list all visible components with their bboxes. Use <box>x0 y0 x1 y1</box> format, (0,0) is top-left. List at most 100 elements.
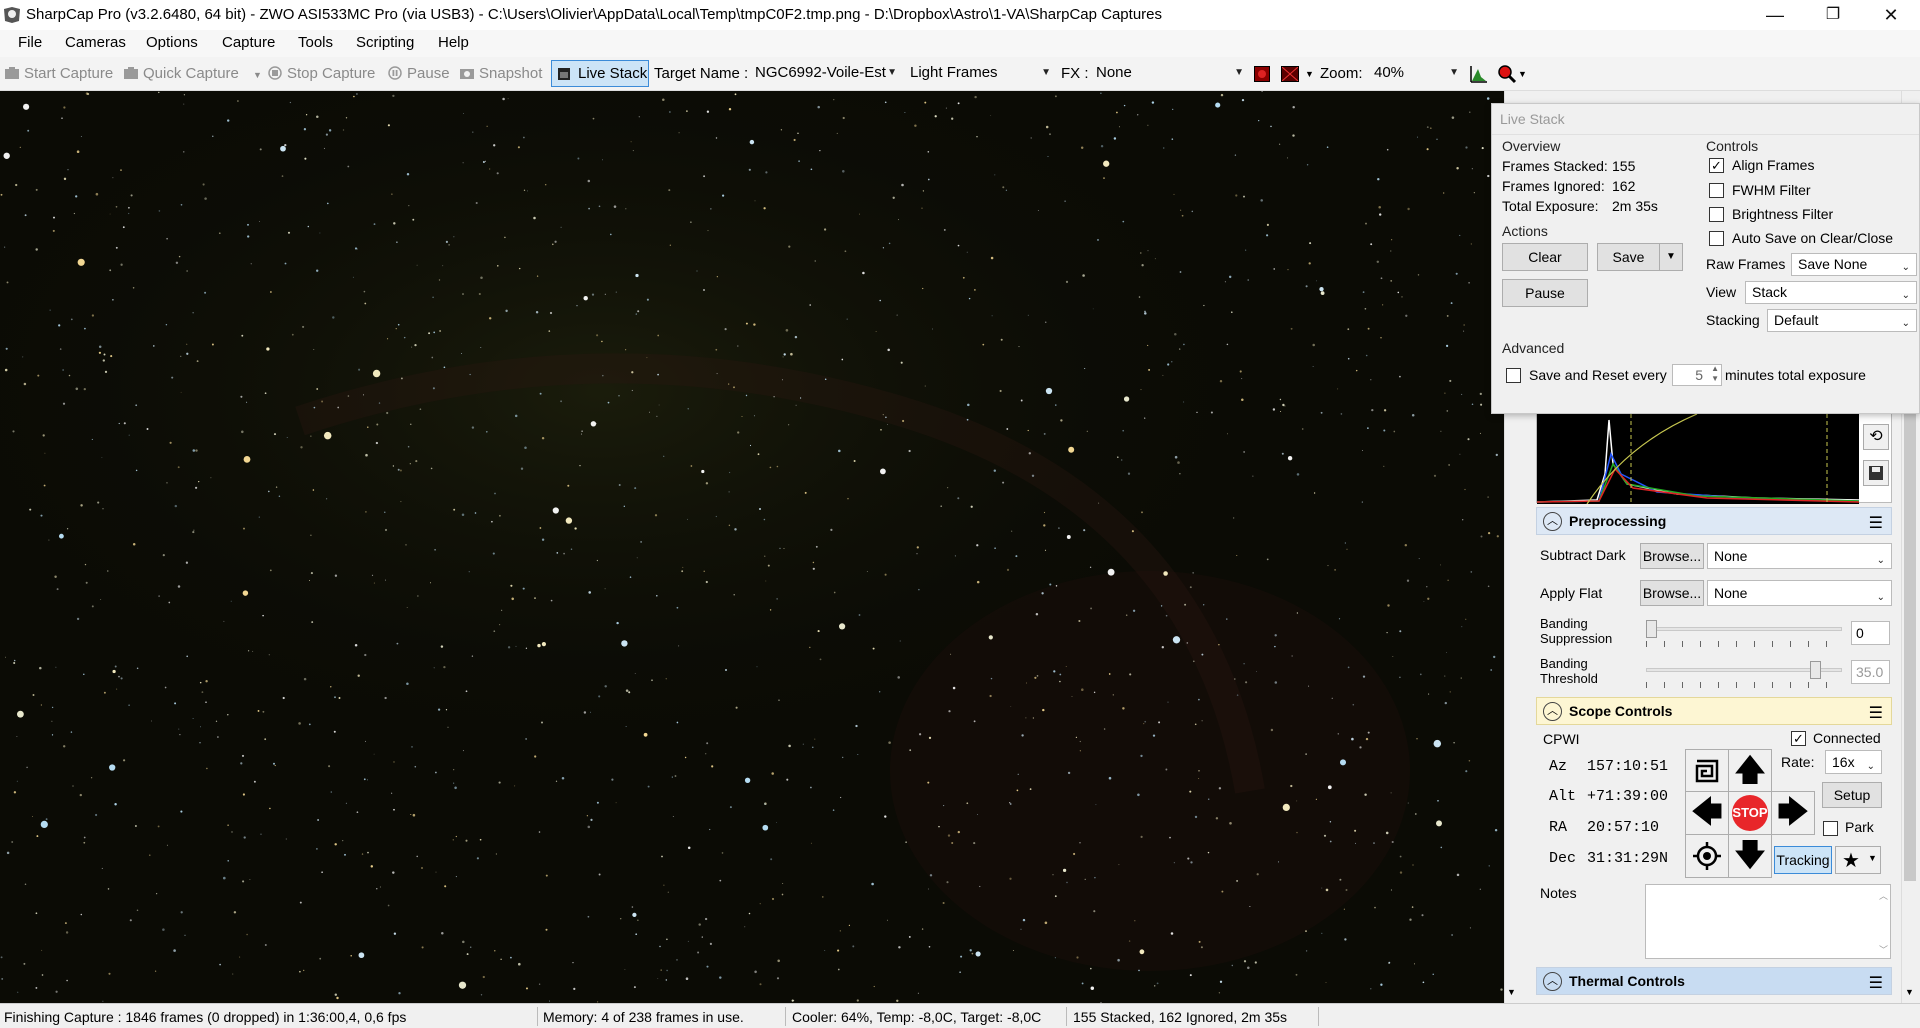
quick-capture-button[interactable]: Quick Capture ▼ <box>123 65 262 82</box>
stop-capture-button[interactable]: Stop Capture <box>267 65 375 82</box>
stacking-dropdown[interactable]: Default ⌄ <box>1767 309 1917 332</box>
chevron-down-icon[interactable]: ▼ <box>1305 69 1314 79</box>
menu-icon[interactable]: ☰ <box>1869 703 1883 723</box>
move-south-button[interactable]: 🡇 <box>1728 834 1772 878</box>
save-reset-minutes-input[interactable]: 5 ▲ ▼ <box>1672 364 1722 386</box>
scope-controls-header[interactable]: ︿ Scope Controls ☰ <box>1536 697 1892 725</box>
auto-save-checkbox[interactable] <box>1709 231 1724 246</box>
banding-suppression-slider[interactable] <box>1646 620 1842 638</box>
banding-suppression-input[interactable]: 0 <box>1851 621 1890 645</box>
brightness-filter-checkbox[interactable] <box>1709 207 1724 222</box>
minimize-button[interactable]: — <box>1746 0 1804 30</box>
menu-help[interactable]: Help <box>438 34 469 51</box>
stack-save-dropdown[interactable]: ▼ <box>1659 243 1683 271</box>
star <box>839 796 842 799</box>
thermal-controls-header[interactable]: ︿ Thermal Controls ☰ <box>1536 967 1892 995</box>
start-capture-button[interactable]: Start Capture <box>4 65 113 82</box>
center-target-button[interactable] <box>1685 834 1729 878</box>
star <box>1345 889 1348 891</box>
chevron-down-icon[interactable]: ▼ <box>1518 69 1527 79</box>
menu-tools[interactable]: Tools <box>298 34 333 51</box>
move-east-button[interactable]: 🡆 <box>1771 791 1815 835</box>
pause-button[interactable]: Pause <box>387 65 450 82</box>
move-west-button[interactable]: 🡄 <box>1685 791 1729 835</box>
star <box>764 803 766 805</box>
live-stack-button[interactable]: Live Stack <box>551 60 649 87</box>
star <box>76 617 80 621</box>
subtract-dark-dropdown[interactable]: None ⌄ <box>1707 543 1892 569</box>
target-name-combo[interactable]: NGC6992-Voile-Est ▼ <box>755 64 903 86</box>
slider-thumb[interactable] <box>1809 661 1821 679</box>
grid-overlay-icon[interactable] <box>1281 66 1299 82</box>
close-button[interactable]: ✕ <box>1862 0 1920 30</box>
stack-clear-button[interactable]: Clear <box>1502 243 1588 271</box>
star-menu-button[interactable]: ★ ▼ <box>1835 846 1881 874</box>
star <box>205 680 208 683</box>
star <box>810 168 813 171</box>
star <box>928 736 932 740</box>
star <box>104 370 108 374</box>
banding-threshold-slider[interactable] <box>1646 661 1842 679</box>
spinner-icon[interactable]: ▲ ▼ <box>1711 364 1719 384</box>
scroll-up-icon[interactable]: ︿ <box>1879 889 1888 902</box>
subtract-dark-browse-button[interactable]: Browse... <box>1640 543 1704 569</box>
collapse-icon[interactable]: ︿ <box>1543 972 1562 991</box>
total-exposure-label: Total Exposure: <box>1502 198 1599 214</box>
restore-button[interactable]: ❐ <box>1804 0 1862 30</box>
zoom-magnifier-icon[interactable] <box>1497 64 1517 84</box>
star <box>1411 906 1414 908</box>
scroll-down-icon[interactable]: ▼ <box>1507 987 1516 997</box>
rate-dropdown[interactable]: 16x ⌄ <box>1825 750 1882 774</box>
histogram-reset-icon[interactable]: ⟲ <box>1863 424 1889 450</box>
fwhm-filter-checkbox[interactable] <box>1709 183 1724 198</box>
banding-threshold-input[interactable]: 35.0 <box>1851 660 1890 684</box>
slider-thumb[interactable] <box>1646 620 1657 638</box>
star <box>1236 555 1238 557</box>
scroll-down-icon[interactable]: ▼ <box>1905 987 1914 997</box>
star <box>657 334 660 337</box>
menu-scripting[interactable]: Scripting <box>356 34 414 51</box>
histogram-save-icon[interactable] <box>1863 460 1889 486</box>
menu-icon[interactable]: ☰ <box>1869 513 1883 533</box>
save-reset-checkbox[interactable] <box>1506 368 1521 383</box>
frame-type-combo[interactable]: Light Frames ▼ <box>910 64 1053 86</box>
preprocessing-header[interactable]: ︿ Preprocessing ☰ <box>1536 507 1892 535</box>
stack-pause-button[interactable]: Pause <box>1502 279 1588 307</box>
fx-combo[interactable]: None ▼ <box>1096 64 1244 86</box>
notes-textarea[interactable]: ︿ ﹀ <box>1645 884 1891 959</box>
raw-frames-dropdown[interactable]: Save None ⌄ <box>1791 253 1917 276</box>
menu-capture[interactable]: Capture <box>222 34 275 51</box>
goto-spiral-button[interactable] <box>1685 749 1729 793</box>
scope-setup-button[interactable]: Setup <box>1822 782 1882 808</box>
star <box>1067 771 1071 775</box>
stack-save-button[interactable]: Save <box>1597 243 1660 271</box>
connected-checkbox[interactable]: ✓ <box>1791 731 1806 746</box>
star <box>371 574 374 576</box>
menu-file[interactable]: File <box>18 34 42 51</box>
star <box>707 230 709 232</box>
snapshot-button[interactable]: Snapshot <box>459 65 542 82</box>
apply-flat-browse-button[interactable]: Browse... <box>1640 580 1704 606</box>
collapse-icon[interactable]: ︿ <box>1543 702 1562 721</box>
scroll-down-icon[interactable]: ﹀ <box>1879 943 1888 956</box>
park-checkbox[interactable] <box>1823 821 1838 836</box>
star <box>1084 878 1086 881</box>
tracking-button[interactable]: Tracking <box>1774 846 1832 874</box>
star <box>364 740 366 742</box>
star <box>552 243 554 246</box>
red-highlight-icon[interactable] <box>1254 66 1270 82</box>
image-viewer[interactable] <box>0 91 1504 1003</box>
menu-cameras[interactable]: Cameras <box>65 34 126 51</box>
histogram-icon[interactable] <box>1470 65 1488 83</box>
align-frames-checkbox[interactable]: ✓ <box>1709 158 1724 173</box>
collapse-icon[interactable]: ︿ <box>1543 512 1562 531</box>
menu-icon[interactable]: ☰ <box>1869 973 1883 993</box>
menu-options[interactable]: Options <box>146 34 198 51</box>
stop-button[interactable]: STOP <box>1728 791 1772 835</box>
move-north-button[interactable]: 🡅 <box>1728 749 1772 793</box>
star <box>918 733 922 736</box>
apply-flat-dropdown[interactable]: None ⌄ <box>1707 580 1892 606</box>
view-dropdown[interactable]: Stack ⌄ <box>1745 281 1917 304</box>
zoom-combo[interactable]: 40% ▼ <box>1374 64 1459 86</box>
star <box>480 994 483 996</box>
